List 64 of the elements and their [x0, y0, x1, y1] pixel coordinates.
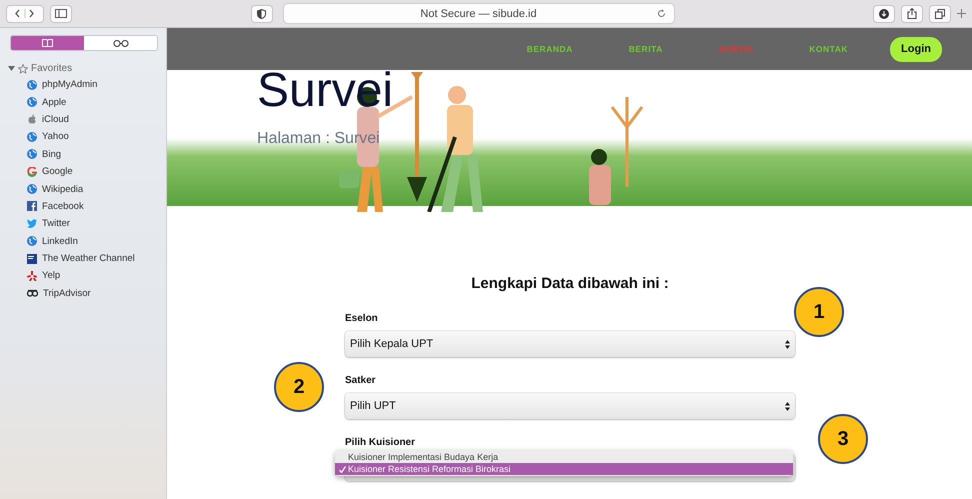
field-label: Satker	[345, 375, 377, 386]
back-forward-button[interactable]	[6, 4, 44, 22]
share-button[interactable]	[901, 4, 923, 22]
bookmark-item[interactable]: Apple	[8, 93, 158, 111]
tabs-icon	[935, 8, 945, 18]
bookmark-item[interactable]: Facebook	[8, 198, 158, 216]
field-label: Pilih Kuisioner	[345, 437, 416, 448]
download-icon	[879, 8, 889, 18]
bookmark-item[interactable]: Yahoo	[8, 128, 158, 146]
g-logo-icon	[27, 166, 37, 177]
check-icon	[339, 466, 346, 472]
select-field[interactable]: Pilih UPT	[345, 393, 795, 419]
form-heading: Lengkapi Data dibawah ini :	[470, 275, 670, 292]
address-bar[interactable]: Not Secure — sibude.id	[282, 3, 674, 24]
globe-icon	[27, 149, 37, 160]
dropdown-option[interactable]: Kuisioner Resistensi Reformasi Birokrasi	[335, 463, 793, 475]
chevrons-icon	[14, 9, 36, 18]
favorites-heading: Favorites	[31, 63, 72, 74]
bookmark-item[interactable]: Google	[8, 162, 158, 180]
tabs-button[interactable]	[929, 4, 951, 22]
bookmark-item[interactable]: The Weather Channel	[8, 250, 158, 268]
globe-icon	[27, 132, 37, 142]
select-field[interactable]: Pilih Kepala UPT	[345, 331, 795, 357]
globe-icon	[27, 80, 37, 90]
updown-arrows-icon	[785, 340, 790, 348]
field-label: Eselon	[345, 313, 379, 324]
shield-icon	[257, 8, 266, 18]
bookmark-item[interactable]: Wikipedia	[8, 180, 158, 198]
globe-icon	[27, 184, 37, 194]
bird-icon	[27, 219, 37, 228]
bookmark-item[interactable]: Twitter	[8, 215, 158, 233]
disclosure-triangle-icon[interactable]	[8, 65, 15, 72]
number-callout: 1	[794, 287, 844, 337]
weather-logo-icon	[27, 254, 37, 264]
star-icon	[18, 64, 28, 74]
sidebar-button[interactable]	[50, 4, 72, 22]
burst-icon	[27, 270, 37, 281]
bookmark-item[interactable]: LinkedIn	[8, 232, 158, 250]
login-button[interactable]: Login	[890, 36, 942, 62]
updown-arrows-icon	[785, 402, 790, 410]
globe-icon	[27, 236, 37, 246]
glasses-icon	[112, 40, 128, 46]
facebook-icon	[27, 201, 37, 212]
sidebar-icon	[55, 9, 67, 18]
globe-icon	[27, 97, 37, 108]
bookmark-item[interactable]: iCloud	[8, 110, 158, 128]
download-button[interactable]	[873, 4, 895, 22]
bookmark-item[interactable]: TripAdvisor	[8, 284, 158, 302]
bookmarks-tab[interactable]	[11, 36, 84, 50]
plus-icon[interactable]	[957, 9, 966, 18]
apple-icon	[27, 114, 37, 124]
reload-icon[interactable]	[656, 9, 666, 18]
owl-icon	[27, 289, 38, 298]
bookmark-item[interactable]: Yelp	[8, 267, 158, 285]
reading-list-tab[interactable]	[84, 36, 157, 50]
share-icon	[907, 8, 917, 19]
bookmark-item[interactable]: phpMyAdmin	[8, 76, 158, 94]
breadcrumb: Halaman : Survei	[257, 130, 381, 148]
number-callout: 3	[818, 414, 868, 464]
number-callout: 2	[274, 362, 324, 412]
privacy-button[interactable]	[250, 4, 272, 22]
bookmark-item[interactable]: Bing	[8, 146, 158, 163]
book-icon	[42, 39, 53, 47]
page-title: Survei	[257, 64, 394, 118]
